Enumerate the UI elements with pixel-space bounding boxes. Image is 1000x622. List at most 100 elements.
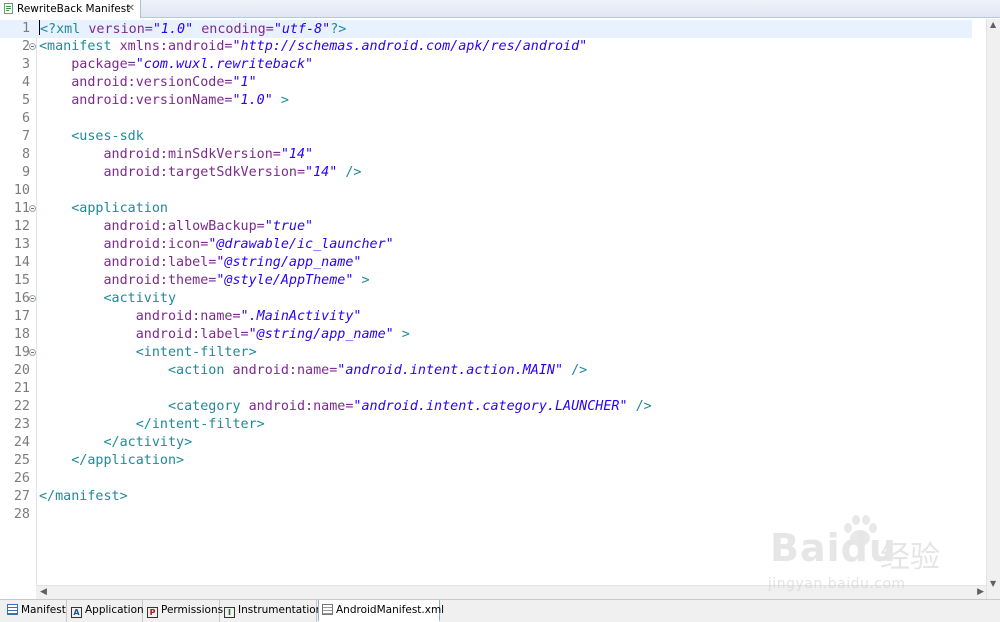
close-icon[interactable]: ✕: [127, 0, 135, 18]
xml-tag-token: <activity: [39, 291, 177, 306]
code-line[interactable]: 20 <action android:name="android.intent.…: [0, 362, 972, 380]
line-number: 9: [21, 165, 30, 180]
xml-tag-token: <intent-filter>: [39, 345, 257, 360]
line-number: 15: [13, 273, 30, 288]
code-line[interactable]: 18 android:label="@string/app_name" >: [0, 326, 972, 344]
xml-value-token: "utf-8": [273, 22, 331, 37]
line-number: 25: [13, 453, 30, 468]
code-line[interactable]: 8 android:minSdkVersion="14": [0, 146, 972, 164]
xml-attribute-token: android:targetSdkVersion=: [39, 165, 306, 180]
editor-tab-title: RewriteBack Manifest: [17, 3, 131, 15]
code-text: </manifest>: [39, 488, 128, 506]
code-text: android:targetSdkVersion="14" />: [39, 164, 361, 182]
xml-attribute-token: version=: [88, 22, 153, 37]
line-number: 17: [13, 309, 30, 324]
horizontal-scrollbar[interactable]: ◀ ▶: [36, 585, 986, 599]
xml-tag-token: ?>: [330, 22, 347, 37]
code-text: <manifest xmlns:android="http://schemas.…: [39, 38, 587, 56]
code-line[interactable]: 15 android:theme="@style/AppTheme" >: [0, 272, 972, 290]
code-line[interactable]: 7 <uses-sdk: [0, 128, 972, 146]
line-number: 6: [21, 111, 30, 126]
xml-tag-token: </activity>: [39, 435, 193, 450]
page-tab-label: AndroidManifest.xml: [336, 604, 445, 616]
code-text: android:versionName="1.0" >: [39, 92, 289, 110]
scroll-left-arrow-icon[interactable]: ◀: [40, 587, 47, 597]
code-line[interactable]: 17 android:name=".MainActivity": [0, 308, 972, 326]
page-tab-permissions[interactable]: P Permissions: [144, 600, 223, 622]
code-line[interactable]: 23 </intent-filter>: [0, 416, 972, 434]
code-text: <category android:name="android.intent.c…: [39, 398, 652, 416]
line-number: 21: [13, 381, 30, 396]
code-line[interactable]: 12 android:allowBackup="true": [0, 218, 972, 236]
code-line[interactable]: 22 <category android:name="android.inten…: [0, 398, 972, 416]
xml-attribute-token: android:name=: [248, 399, 354, 414]
xml-source-editor[interactable]: 1 <?xml version="1.0" encoding="utf-8"?> 2…: [0, 19, 986, 585]
line-number: 18: [13, 327, 30, 342]
line-number: 23: [13, 417, 30, 432]
code-text: <intent-filter>: [39, 344, 257, 362]
code-line[interactable]: 27 </manifest>: [0, 488, 972, 506]
vertical-scrollbar[interactable]: ▲ ▼: [986, 19, 1000, 603]
editor-tab-rewriteback-manifest[interactable]: RewriteBack Manifest ✕: [0, 0, 141, 18]
code-line[interactable]: 13 android:icon="@drawable/ic_launcher": [0, 236, 972, 254]
fold-collapse-icon[interactable]: [29, 205, 36, 212]
xml-tag-token: <application: [39, 201, 168, 216]
xml-file-icon: [322, 604, 333, 615]
line-number: 8: [21, 147, 30, 162]
line-number: 11: [13, 201, 30, 216]
xml-attribute-token: android:versionName=: [39, 93, 233, 108]
manifest-file-icon: [4, 3, 13, 14]
fold-collapse-icon[interactable]: [29, 43, 36, 50]
page-tab-manifest[interactable]: Manifest: [4, 600, 67, 622]
code-text: </intent-filter>: [39, 416, 265, 434]
code-line[interactable]: 6: [0, 110, 972, 128]
fold-collapse-icon[interactable]: [29, 349, 36, 356]
line-number: 4: [21, 75, 30, 90]
code-text: android:label="@string/app_name": [39, 254, 361, 272]
code-line[interactable]: 14 android:label="@string/app_name": [0, 254, 972, 272]
line-number: 5: [21, 93, 30, 108]
fold-collapse-icon[interactable]: [29, 295, 36, 302]
code-line[interactable]: 19 <intent-filter>: [0, 344, 972, 362]
page-tab-label: Application: [85, 604, 144, 616]
code-line[interactable]: 5 android:versionName="1.0" >: [0, 92, 972, 110]
code-text: android:allowBackup="true": [39, 218, 313, 236]
code-line[interactable]: 28: [0, 506, 972, 524]
code-line[interactable]: 2 <manifest xmlns:android="http://schemas…: [0, 38, 972, 56]
line-number: 3: [21, 57, 30, 72]
xml-attribute-token: android:name=: [39, 309, 241, 324]
page-tab-application[interactable]: A Application: [68, 600, 144, 622]
line-number: 27: [13, 489, 30, 504]
scroll-right-arrow-icon[interactable]: ▶: [977, 587, 984, 597]
code-line[interactable]: 10: [0, 182, 972, 200]
permissions-icon: P: [147, 607, 158, 618]
line-number: 16: [13, 291, 30, 306]
code-line[interactable]: 24 </activity>: [0, 434, 972, 452]
xml-value-token: "@style/AppTheme": [216, 273, 354, 288]
code-line[interactable]: 1 <?xml version="1.0" encoding="utf-8"?>: [0, 20, 972, 38]
code-text: </application>: [39, 452, 184, 470]
scroll-down-arrow-icon[interactable]: ▼: [990, 579, 996, 588]
code-line[interactable]: 21: [0, 380, 972, 398]
page-tab-instrumentation[interactable]: I Instrumentation: [221, 600, 322, 622]
line-number: 7: [21, 129, 30, 144]
xml-value-token: "@drawable/ic_launcher": [208, 237, 394, 252]
xml-value-token: "14": [280, 147, 314, 162]
page-tab-androidmanifest-xml[interactable]: AndroidManifest.xml: [318, 600, 444, 622]
line-number: 24: [13, 435, 30, 450]
editor-tab-bar: RewriteBack Manifest ✕: [0, 0, 1000, 18]
code-line[interactable]: 4 android:versionCode="1": [0, 74, 972, 92]
code-line[interactable]: 25 </application>: [0, 452, 972, 470]
line-number: 12: [13, 219, 30, 234]
code-line[interactable]: 16 <activity: [0, 290, 972, 308]
code-line[interactable]: 11 <application: [0, 200, 972, 218]
code-line[interactable]: 3 package="com.wuxl.rewriteback": [0, 56, 972, 74]
application-icon: A: [71, 607, 82, 618]
code-line[interactable]: 9 android:targetSdkVersion="14" />: [0, 164, 972, 182]
scroll-up-arrow-icon[interactable]: ▲: [990, 20, 996, 29]
manifest-editor-page-tabs: Manifest A Application P Permissions I Instrum…: [0, 599, 1000, 622]
xml-value-token: "@string/app_name": [248, 327, 394, 342]
code-line[interactable]: 26: [0, 470, 972, 488]
code-text: <uses-sdk: [39, 128, 144, 146]
code-text: <?xml version="1.0" encoding="utf-8"?>: [39, 20, 346, 39]
